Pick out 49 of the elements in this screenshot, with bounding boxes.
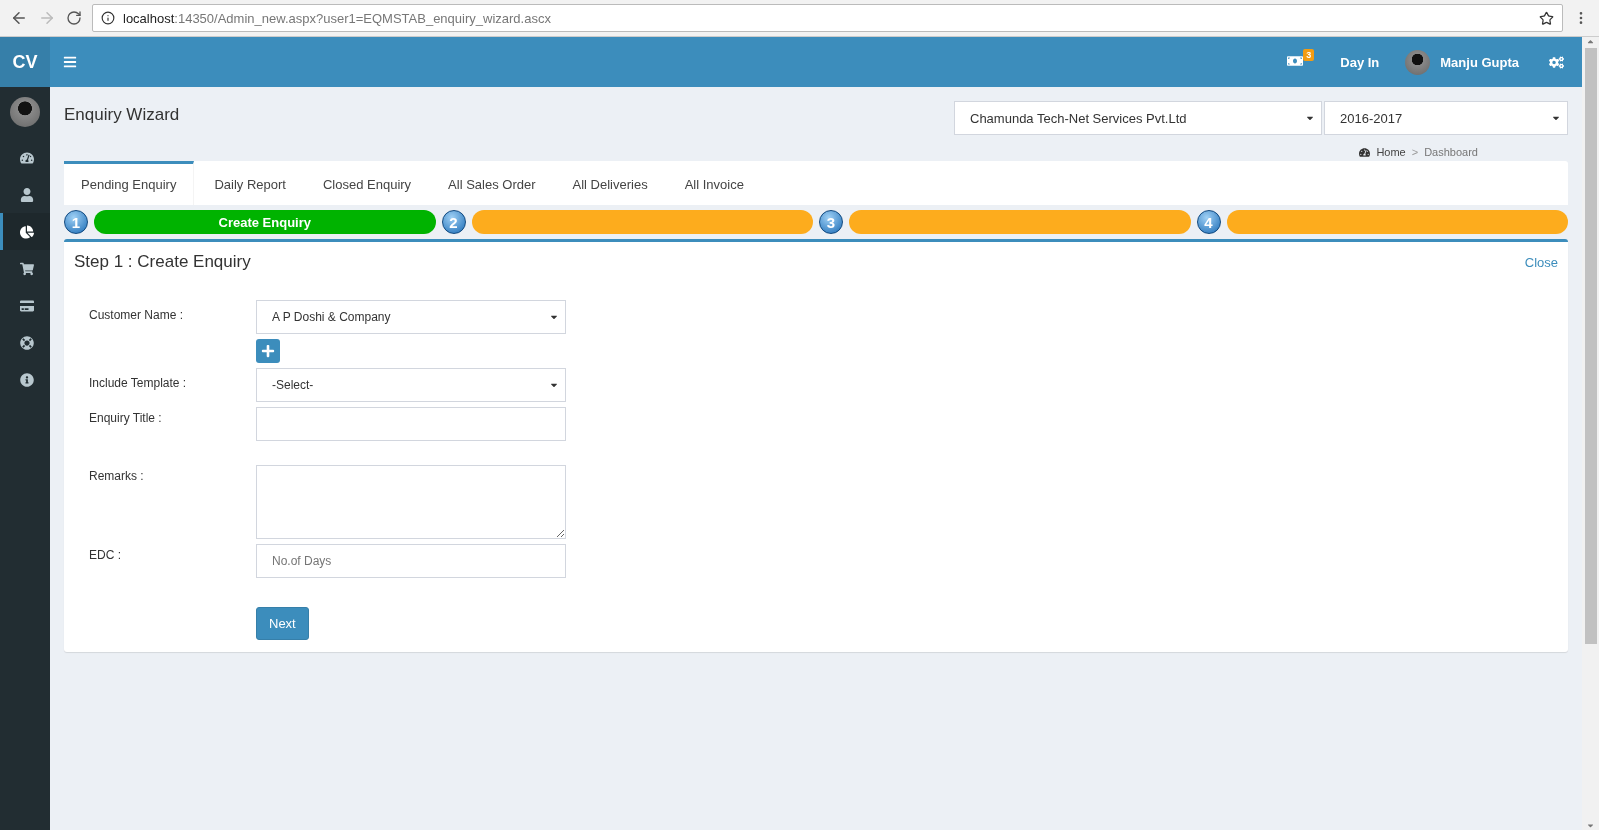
year-select[interactable]: 2016-2017 [1324, 101, 1568, 135]
select-field[interactable]: -Select- [256, 368, 566, 402]
company-select[interactable]: Chamunda Tech-Net Services Pvt.Ltd [954, 101, 1322, 135]
info-icon [101, 11, 115, 25]
notification-badge: 3 [1303, 49, 1315, 61]
url-text: localhost:14350/Admin_new.aspx?user1=EQMSTAB_enquiry_wizard.ascx [123, 10, 551, 26]
add-button[interactable] [256, 339, 280, 363]
avatar-silhouette [10, 97, 40, 127]
breadcrumb-separator: > [1411, 146, 1419, 158]
home-link[interactable]: Home [1376, 146, 1406, 158]
textarea-field[interactable] [256, 465, 566, 539]
input-field[interactable] [256, 407, 566, 441]
page-title: Enquiry Wizard [64, 105, 180, 125]
star-icon[interactable] [1539, 10, 1554, 26]
step-number: 4 [1196, 210, 1221, 234]
close-link[interactable]: Close [1524, 254, 1558, 270]
scrollbar[interactable] [1582, 37, 1599, 830]
tab[interactable]: Pending Enquiry [64, 161, 195, 205]
tab[interactable]: All Sales Order [431, 161, 554, 205]
user-name-link[interactable]: Manju Gupta [1440, 54, 1519, 70]
tab[interactable]: All Invoice [667, 161, 762, 205]
scroll-up-icon[interactable] [1586, 37, 1595, 46]
scroll-down-icon[interactable] [1586, 821, 1595, 830]
tab[interactable]: All Deliveries [555, 161, 666, 205]
panel-title: Step 1 : Create Enquiry [74, 252, 251, 272]
field-label: Enquiry Title : [89, 410, 163, 427]
step-number: 3 [819, 210, 843, 234]
tab[interactable]: Closed Enquiry [305, 161, 430, 205]
reload-icon[interactable] [66, 10, 82, 26]
breadcrumb-current: Dashboard [1424, 146, 1478, 158]
input-field[interactable]: No.of Days [256, 544, 566, 578]
plus-icon [261, 344, 275, 358]
address-bar[interactable]: localhost:14350/Admin_new.aspx?user1=EQMSTAB_enquiry_wizard.ascx [92, 4, 1563, 32]
field-label: Remarks : [89, 468, 145, 485]
back-icon[interactable] [10, 9, 28, 27]
gauge-icon [1359, 146, 1371, 158]
field-label: Customer Name : [89, 307, 185, 324]
menu-icon [63, 55, 77, 69]
field-label: EDC : [89, 547, 122, 564]
avatar-silhouette [1405, 49, 1431, 75]
field-label: Include Template : [89, 375, 188, 392]
next-button[interactable]: Next [256, 607, 309, 640]
logo[interactable]: CV [0, 37, 50, 87]
step-number: 2 [441, 210, 466, 234]
tab[interactable]: Daily Report [197, 161, 304, 205]
select-field[interactable]: A P Doshi & Company [256, 300, 566, 334]
pie-chart-icon[interactable] [0, 213, 50, 250]
day-in-link[interactable]: Day In [1340, 54, 1380, 70]
step-number: 1 [64, 210, 88, 234]
